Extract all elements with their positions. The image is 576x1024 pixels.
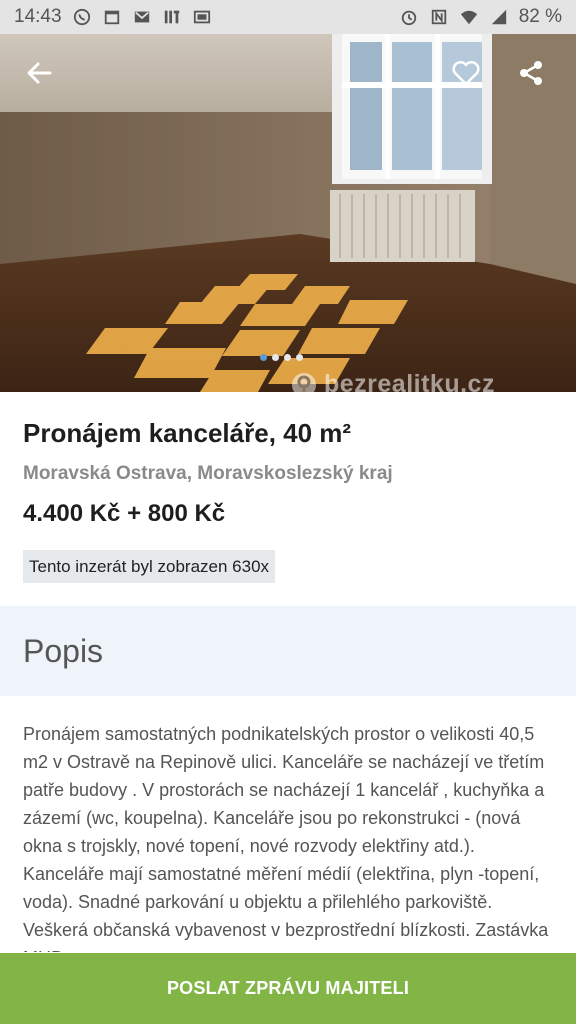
pagination-dot[interactable] — [284, 354, 291, 361]
mail-icon — [132, 8, 152, 26]
status-time: 14:43 — [14, 6, 62, 27]
app-notification-icon — [192, 8, 212, 26]
share-icon — [520, 61, 542, 85]
listing-price: 4.400 Kč + 800 Kč — [23, 500, 226, 527]
description-text: Pronájem samostatných podnikatelských pr… — [23, 724, 549, 952]
photo-gallery[interactable]: bezrealitku.cz — [0, 34, 576, 392]
alarm-icon — [399, 8, 419, 26]
status-bar: 14:43 82 % — [0, 0, 576, 34]
watermark-text: bezrealitku.cz — [324, 370, 495, 392]
nfc-icon — [429, 8, 449, 26]
pagination-dot[interactable] — [296, 354, 303, 361]
gallery-pagination — [260, 354, 303, 361]
signal-icon — [489, 8, 509, 26]
listing-photo — [0, 34, 576, 392]
watermark: bezrealitku.cz — [290, 370, 495, 392]
whatsapp-icon — [72, 8, 92, 26]
pagination-dot[interactable] — [272, 354, 279, 361]
favorite-button[interactable] — [444, 51, 488, 95]
status-bar-right: 82 % — [399, 6, 562, 28]
watermark-logo-icon — [292, 372, 316, 392]
arrow-left-icon — [27, 62, 52, 84]
view-count-badge: Tento inzerát byl zobrazen 630x — [23, 550, 276, 583]
description-section-header: Popis — [0, 606, 576, 696]
listing-location: Moravská Ostrava, Moravskoslezský kraj — [23, 463, 393, 484]
back-button[interactable] — [17, 51, 61, 95]
status-bar-left: 14:43 — [14, 6, 212, 28]
wifi-icon — [459, 8, 479, 26]
listing-title: Pronájem kanceláře, 40 m² — [23, 418, 352, 448]
send-message-button[interactable]: POSLAT ZPRÁVU MAJITELI — [0, 953, 576, 1024]
battery-level: 82 % — [518, 6, 562, 27]
section-title: Popis — [23, 632, 104, 669]
ifttt-icon — [162, 8, 182, 26]
calendar-icon — [102, 8, 122, 26]
heart-outline-icon — [452, 60, 480, 86]
share-button[interactable] — [509, 51, 553, 95]
pagination-dot-active[interactable] — [260, 354, 267, 361]
